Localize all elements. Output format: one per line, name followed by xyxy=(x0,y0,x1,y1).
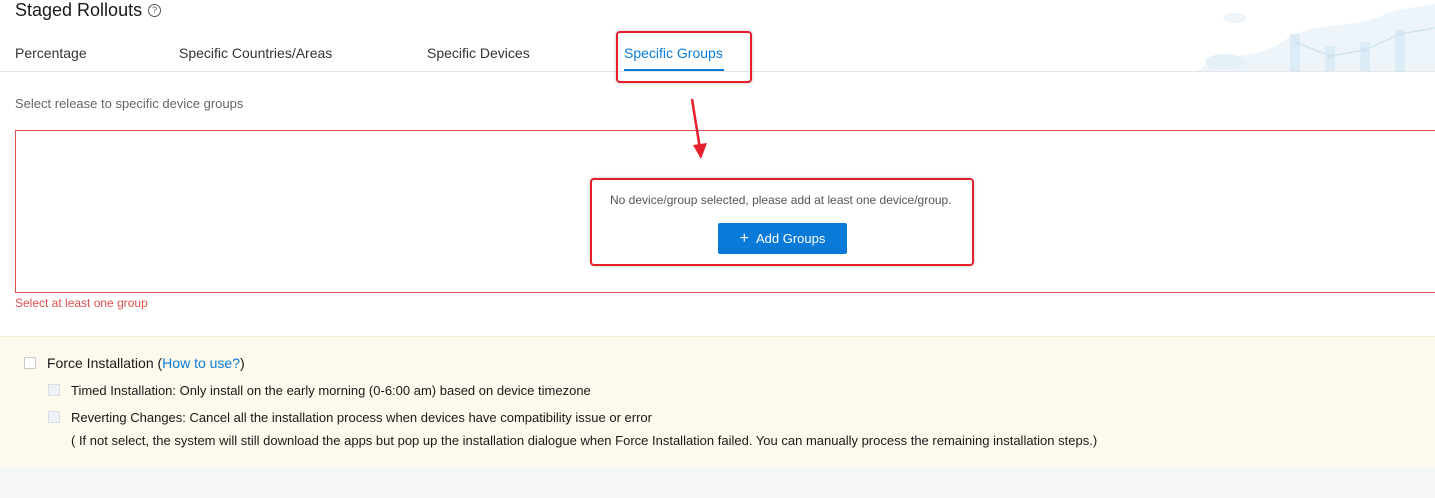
force-installation-close: ) xyxy=(240,355,245,371)
annotation-box-tab xyxy=(616,31,752,83)
question-circle-icon[interactable]: ? xyxy=(148,4,162,17)
annotation-arrow xyxy=(690,98,707,159)
footer-strip xyxy=(0,468,1435,498)
force-installation-panel: Force Installation (How to use?) Timed I… xyxy=(0,336,1435,469)
force-installation-note: ( If not select, the system will still d… xyxy=(71,433,1098,448)
reverting-changes-label: Reverting Changes: Cancel all the instal… xyxy=(71,410,652,425)
tab-specific-countries[interactable]: Specific Countries/Areas xyxy=(179,45,332,61)
groups-hint: Select release to specific device groups xyxy=(15,96,244,111)
force-installation-label: Force Installation (How to use?) xyxy=(47,355,245,371)
group-error-message: Select at least one group xyxy=(15,296,148,310)
annotation-box-add-groups xyxy=(590,178,974,266)
page-title-text: Staged Rollouts xyxy=(15,0,143,20)
timed-installation-checkbox[interactable] xyxy=(48,384,60,396)
force-installation-text: Force Installation ( xyxy=(47,355,163,371)
page-title: Staged Rollouts ? xyxy=(15,0,162,21)
how-to-use-link[interactable]: How to use? xyxy=(162,355,240,371)
reverting-changes-checkbox[interactable] xyxy=(48,411,60,423)
force-installation-checkbox[interactable] xyxy=(24,357,36,369)
tab-specific-devices[interactable]: Specific Devices xyxy=(427,45,530,61)
tab-percentage[interactable]: Percentage xyxy=(15,45,87,61)
timed-installation-label: Timed Installation: Only install on the … xyxy=(71,383,591,398)
